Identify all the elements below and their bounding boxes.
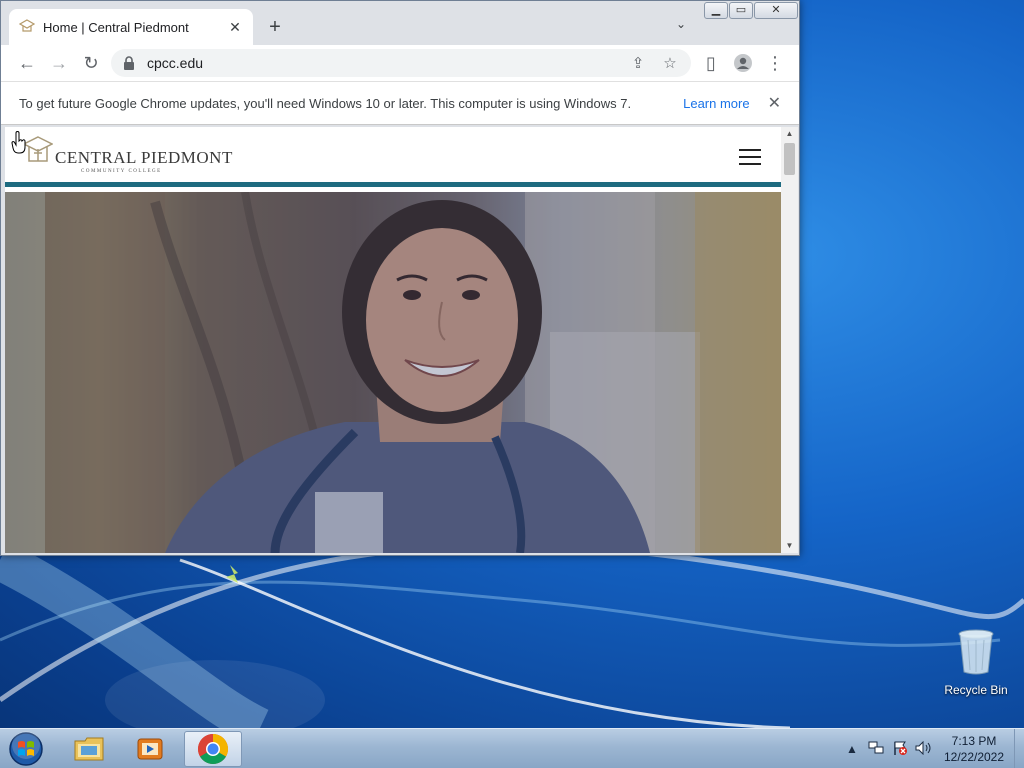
taskbar-explorer-button[interactable] [60, 731, 118, 767]
taskbar-chrome-button[interactable] [184, 731, 242, 767]
start-button-windows-orb-icon[interactable] [6, 730, 46, 768]
profile-avatar-icon[interactable] [727, 47, 759, 79]
tab-home[interactable]: Home | Central Piedmont ✕ [9, 9, 253, 45]
chrome-menu-icon[interactable]: ⋮ [759, 47, 791, 79]
bookmark-star-icon[interactable]: ☆ [661, 54, 679, 72]
clock-date: 12/22/2022 [943, 750, 1005, 764]
logo-subtitle: COMMUNITY COLLEGE [81, 169, 162, 174]
address-bar[interactable]: cpcc.edu ⇪ ☆ [111, 49, 691, 77]
recycle-bin-shortcut[interactable]: Recycle Bin [940, 628, 1012, 697]
scroll-down-arrow-icon[interactable]: ▼ [781, 539, 798, 553]
close-window-button[interactable]: ✕ [754, 2, 798, 19]
system-tray: ▲ [840, 729, 936, 768]
taskbar: ▲ 7:13 PM 12/22/2022 [0, 728, 1024, 768]
reload-button[interactable]: ↻ [75, 47, 107, 79]
recycle-bin-label: Recycle Bin [944, 683, 1008, 697]
tab-search-chevron-icon[interactable]: ⌄ [671, 17, 691, 31]
tab-strip: Home | Central Piedmont ✕ + ⌄ ▁ ▭ ✕ [1, 1, 799, 45]
infobar-close-icon[interactable]: ✕ [768, 93, 781, 113]
update-infobar: To get future Google Chrome updates, you… [1, 81, 799, 125]
action-center-flag-icon[interactable] [888, 740, 912, 759]
volume-icon[interactable] [912, 740, 936, 758]
folder-icon [74, 737, 104, 761]
forward-button[interactable]: → [43, 47, 75, 79]
tab-close-icon[interactable]: ✕ [227, 19, 243, 36]
vertical-scrollbar[interactable]: ▲ ▼ [781, 127, 798, 553]
chrome-window: Home | Central Piedmont ✕ + ⌄ ▁ ▭ ✕ ← → … [0, 0, 800, 556]
network-icon[interactable] [864, 741, 888, 758]
hero-overlay [5, 192, 781, 553]
page-viewport: CENTRAL PIEDMONT COMMUNITY COLLEGE [5, 127, 781, 553]
toolbar-right: ▯ ⋮ [695, 47, 791, 79]
media-player-icon [137, 738, 163, 760]
scroll-up-arrow-icon[interactable]: ▲ [781, 127, 798, 141]
cpcc-logo-mark-icon [23, 136, 53, 162]
network-monitor-icon [868, 741, 884, 753]
infobar-message: To get future Google Chrome updates, you… [19, 95, 632, 111]
chrome-icon [197, 734, 229, 765]
hand-cursor-icon [11, 131, 26, 154]
central-piedmont-logo[interactable]: CENTRAL PIEDMONT COMMUNITY COLLEGE [23, 135, 233, 174]
speaker-icon [915, 740, 931, 755]
taskbar-media-player-button[interactable] [121, 731, 179, 767]
maximize-button[interactable]: ▭ [729, 2, 753, 19]
flag-warning-icon [894, 741, 907, 755]
share-icon[interactable]: ⇪ [629, 54, 647, 72]
side-panel-icon[interactable]: ▯ [695, 47, 727, 79]
lock-icon[interactable] [123, 56, 135, 70]
back-button[interactable]: ← [11, 47, 43, 79]
profile-icon [734, 54, 752, 72]
taskbar-clock[interactable]: 7:13 PM 12/22/2022 [936, 733, 1012, 765]
hero-image [5, 192, 781, 553]
show-desktop-button[interactable] [1014, 729, 1024, 768]
cpcc-favicon-icon [19, 19, 35, 32]
new-tab-button[interactable]: + [263, 15, 287, 39]
minimize-button[interactable]: ▁ [704, 2, 728, 19]
logo-wordmark: CENTRAL PIEDMONT [55, 148, 233, 167]
tray-expand-arrow-icon[interactable]: ▲ [840, 742, 864, 756]
hamburger-menu-icon[interactable] [739, 149, 761, 165]
window-controls: ▁ ▭ ✕ [704, 2, 799, 19]
scrollbar-thumb[interactable] [784, 143, 795, 175]
site-header: CENTRAL PIEDMONT COMMUNITY COLLEGE [5, 127, 781, 187]
browser-toolbar: ← → ↻ cpcc.edu ⇪ ☆ ▯ ⋮ [1, 45, 799, 81]
clock-time: 7:13 PM [951, 734, 997, 748]
address-url[interactable]: cpcc.edu [147, 55, 615, 71]
learn-more-link[interactable]: Learn more [683, 96, 749, 111]
recycle-bin-icon [958, 629, 994, 675]
tab-title: Home | Central Piedmont [43, 19, 189, 35]
